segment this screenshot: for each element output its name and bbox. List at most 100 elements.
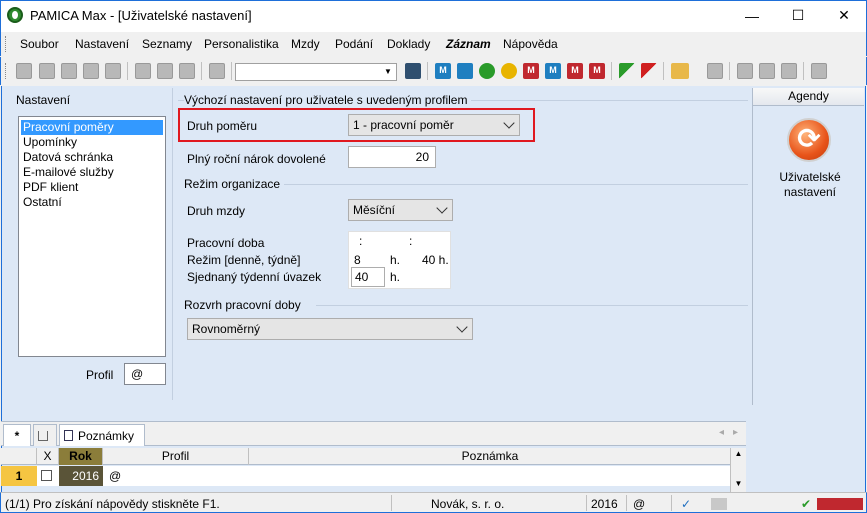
tab-poznamky[interactable]: Poznámky (59, 424, 145, 446)
help-pointer-icon[interactable] (811, 63, 827, 79)
col-x[interactable]: X (37, 448, 59, 465)
folder-icon[interactable] (671, 63, 689, 79)
grid-corner (1, 448, 37, 465)
save-all-icon[interactable] (179, 63, 195, 79)
druh-mzdy-select[interactable]: Měsíční (348, 199, 453, 221)
new-record-icon[interactable] (16, 63, 32, 79)
close-button[interactable]: ✕ (821, 0, 867, 31)
list-item-upominky[interactable]: Upomínky (21, 135, 163, 150)
module-m3-icon[interactable]: M (567, 63, 583, 79)
blank-page-icon[interactable] (135, 63, 151, 79)
narok-input[interactable]: 20 (348, 146, 436, 168)
menu-podani[interactable]: Podání (335, 37, 373, 51)
window-list-icon[interactable] (737, 63, 753, 79)
maximize-button[interactable]: ☐ (775, 0, 821, 31)
agenda-item-label[interactable]: Uživatelské nastavení (760, 170, 860, 200)
druh-mzdy-value: Měsíční (353, 203, 396, 217)
filter-tab-icon[interactable] (33, 424, 57, 446)
print-preview-icon[interactable] (83, 63, 99, 79)
module-m4-icon[interactable]: M (589, 63, 605, 79)
print-icon[interactable] (61, 63, 77, 79)
chevron-down-icon[interactable]: ▼ (381, 65, 395, 79)
menu-doklady[interactable]: Doklady (387, 37, 430, 51)
grid-scrollbar[interactable]: ▲ ▼ (730, 448, 746, 492)
col-poznamka[interactable]: Poznámka (249, 448, 731, 465)
status-profil: @ (633, 497, 646, 511)
agenda-label-line2: nastavení (783, 185, 837, 199)
person-green-icon[interactable] (479, 63, 495, 79)
list-item-pdf-klient[interactable]: PDF klient (21, 180, 163, 195)
profil-input[interactable]: @ (124, 363, 166, 385)
person-yellow-icon[interactable] (501, 63, 517, 79)
export-icon[interactable] (105, 63, 121, 79)
toolbar-separator (127, 62, 128, 80)
list-item-datova-schranka[interactable]: Datová schránka (21, 150, 163, 165)
rezim-tydne: 40 h. (422, 253, 449, 267)
form-view-icon[interactable] (781, 63, 797, 79)
chevron-down-icon (503, 117, 515, 129)
menu-personalistika[interactable]: Personalistika (204, 37, 279, 51)
menu-nastaveni[interactable]: Nastavení (75, 37, 129, 51)
red-flag-icon[interactable] (641, 63, 657, 79)
module-m-red-icon[interactable]: M (523, 63, 539, 79)
save-icon[interactable] (157, 63, 173, 79)
settings-heading: Nastavení (16, 93, 71, 107)
calculator-icon[interactable] (707, 63, 723, 79)
pracovni-doba-label: Pracovní doba (187, 236, 265, 250)
list-view-icon[interactable] (759, 63, 775, 79)
refresh-icon[interactable] (787, 118, 831, 162)
module-m-icon[interactable]: M (435, 63, 451, 79)
toolbar-separator (611, 62, 612, 80)
menu-napoveda[interactable]: Nápověda (503, 37, 558, 51)
pracovni-doba-to[interactable]: : (409, 234, 412, 248)
tab-new[interactable]: * (3, 424, 31, 446)
list-item-ostatni[interactable]: Ostatní (21, 195, 163, 210)
uvazek-label: Sjednaný týdenní úvazek (187, 270, 322, 284)
module-m2-icon[interactable]: M (545, 63, 561, 79)
druh-mzdy-label: Druh mzdy (187, 204, 246, 218)
uvazek-input[interactable]: 40 (351, 267, 385, 287)
rezim-denne-input[interactable]: 8 (354, 253, 361, 267)
toolbar-separator (201, 62, 202, 80)
uvazek-unit: h. (390, 270, 401, 284)
table-row[interactable]: 1 2016 @ (1, 466, 746, 486)
cell-rok[interactable]: 2016 (59, 466, 103, 486)
status-separator (391, 495, 392, 511)
minimize-button[interactable]: — (729, 0, 775, 31)
pen-check-icon[interactable]: ✓ (681, 497, 691, 511)
scroll-up-icon[interactable]: ▲ (731, 448, 746, 460)
col-rok[interactable]: Rok (59, 448, 103, 465)
menu-mzdy[interactable]: Mzdy (291, 37, 320, 51)
agenda-label-line1: Uživatelské (779, 170, 841, 184)
menu-grip (5, 36, 7, 52)
rozvrh-value: Rovnoměrný (192, 322, 261, 336)
cell-profil[interactable]: @ (109, 466, 121, 486)
copy-record-icon[interactable] (39, 63, 55, 79)
filter-icon[interactable] (405, 63, 421, 79)
pracovni-doba-from[interactable]: : (359, 234, 362, 248)
group-divider (280, 184, 748, 185)
col-profil[interactable]: Profil (103, 448, 249, 465)
menu-zaznam[interactable]: Záznam (446, 37, 491, 51)
status-bar: (1/1) Pro získání nápovědy stiskněte F1.… (0, 492, 867, 513)
tabs-scroll-right-icon[interactable]: ▸ (733, 427, 738, 438)
toolbar-combo[interactable]: ▼ (235, 63, 397, 81)
rozvrh-select[interactable]: Rovnoměrný (187, 318, 473, 340)
menu-soubor[interactable]: Soubor (20, 37, 59, 51)
chevron-down-icon (436, 202, 448, 214)
settings-list[interactable]: Pracovní poměry Upomínky Datová schránka… (18, 116, 166, 357)
scroll-down-icon[interactable]: ▼ (731, 478, 746, 490)
list-item-email-sluzby[interactable]: E-mailové služby (21, 165, 163, 180)
employee-icon[interactable] (457, 63, 473, 79)
toolbar-separator (427, 62, 428, 80)
tabs-scroll-left-icon[interactable]: ◂ (719, 427, 724, 438)
menu-seznamy[interactable]: Seznamy (142, 37, 192, 51)
clipboard-icon[interactable] (209, 63, 225, 79)
druh-pomeru-select[interactable]: 1 - pracovní poměr (348, 114, 520, 136)
row-checkbox[interactable] (41, 470, 52, 481)
tab-poznamky-label: Poznámky (78, 428, 135, 443)
list-item-pracovni-pomery[interactable]: Pracovní poměry (21, 120, 163, 135)
app-logo-icon (7, 7, 23, 23)
green-flag-icon[interactable] (619, 63, 635, 79)
brand-badge-icon (817, 498, 863, 510)
